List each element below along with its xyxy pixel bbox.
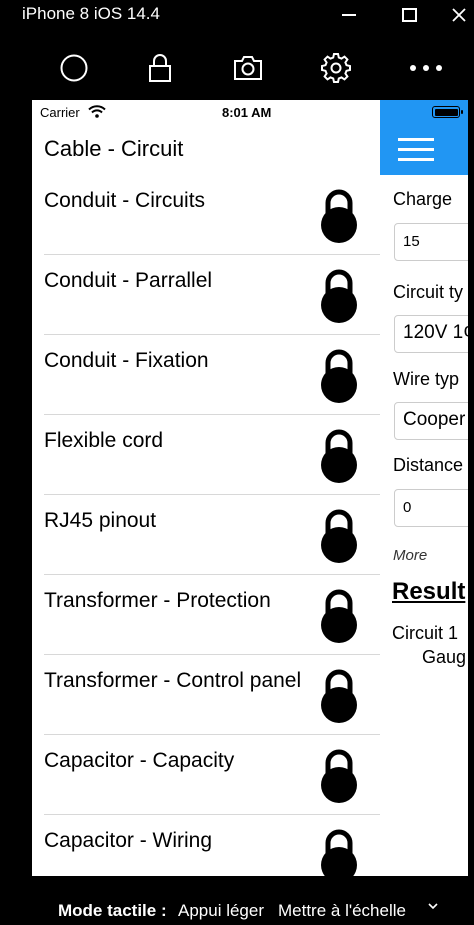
menu-button[interactable] [398, 136, 436, 162]
light-press-option[interactable]: Appui léger [178, 901, 264, 921]
maximize-button[interactable] [386, 0, 432, 30]
battery-icon [432, 106, 463, 118]
touch-mode-label: Mode tactile : [58, 901, 167, 920]
result-line: Gaug [422, 647, 467, 667]
lock-icon [321, 189, 357, 243]
list-item[interactable]: Transformer - Protection [32, 575, 380, 655]
window-titlebar: iPhone 8 iOS 14.4 [0, 0, 474, 34]
list-item[interactable]: Capacitor - Capacity [32, 735, 380, 815]
status-time: 8:01 AM [222, 105, 272, 120]
lock-icon [321, 269, 357, 323]
more-icon [410, 65, 442, 71]
side-panel-header [380, 100, 468, 175]
wire-type-label: Wire typ [393, 369, 460, 389]
touch-mode-bar: Mode tactile : Appui léger Mettre à l'éc… [0, 892, 474, 925]
list-item[interactable]: Conduit - Circuits [32, 175, 380, 255]
distance-input[interactable]: 0 [394, 489, 468, 527]
lock-icon [321, 829, 357, 876]
screenshot-button[interactable] [228, 48, 268, 88]
list-item-label: Conduit - Parrallel [44, 269, 213, 292]
device-screen: Carrier 8:01 AM Cable - Circuit Conduit … [32, 100, 468, 876]
window-title: iPhone 8 iOS 14.4 [22, 4, 160, 23]
settings-button[interactable] [316, 48, 356, 88]
minimize-button[interactable] [326, 0, 372, 30]
menu-icon [398, 138, 434, 141]
list-item-label: Conduit - Fixation [44, 349, 209, 372]
list-item[interactable]: Conduit - Fixation [32, 335, 380, 415]
more-button[interactable] [406, 48, 446, 88]
status-bar: Carrier 8:01 AM [32, 100, 380, 124]
list-item-label: RJ45 pinout [44, 509, 157, 532]
list-item[interactable]: Transformer - Control panel [32, 655, 380, 735]
list-item[interactable]: Capacitor - Wiring [32, 815, 380, 876]
camera-icon [234, 56, 262, 80]
lock-icon [321, 349, 357, 403]
close-icon [452, 8, 466, 22]
menu-list: Conduit - Circuits Conduit - Parrallel C… [32, 175, 380, 876]
lock-icon [321, 669, 357, 723]
list-item-label: Capacitor - Capacity [44, 749, 235, 772]
list-item[interactable]: Conduit - Parrallel [32, 255, 380, 335]
scale-option[interactable]: Mettre à l'échelle [278, 901, 406, 921]
close-button[interactable] [436, 0, 474, 30]
lock-icon [149, 54, 171, 82]
carrier-label: Carrier [40, 105, 80, 120]
circuit-type-label: Circuit ty [393, 282, 464, 302]
list-item-label: Capacitor - Wiring [44, 829, 213, 852]
lock-button[interactable] [140, 48, 180, 88]
list-item-label: Flexible cord [44, 429, 164, 452]
charge-label: Charge [393, 189, 453, 209]
minimize-icon [342, 14, 356, 16]
charge-input[interactable]: 15 [394, 223, 468, 261]
list-item[interactable]: Flexible cord [32, 415, 380, 495]
list-item[interactable]: RJ45 pinout [32, 495, 380, 575]
gear-icon [321, 53, 351, 83]
lock-icon [321, 429, 357, 483]
nav-title: Cable - Circuit [44, 136, 184, 161]
chevron-down-icon[interactable] [427, 900, 439, 912]
lock-icon [321, 589, 357, 643]
lock-icon [321, 509, 357, 563]
wire-type-select[interactable]: Cooper [394, 402, 468, 440]
result-title: Result [392, 578, 466, 605]
circuit-type-select[interactable]: 120V 1¢ [394, 315, 468, 353]
wifi-icon [88, 105, 106, 118]
list-item-label: Conduit - Circuits [44, 189, 206, 212]
simulator-toolbar [0, 40, 474, 94]
lock-icon [321, 749, 357, 803]
list-item-label: Transformer - Control panel [44, 669, 302, 692]
more-link[interactable]: More [393, 547, 427, 564]
home-circle-icon [60, 54, 88, 82]
calculator-panel: Charge 15 Circuit ty 120V 1¢ Wire typ Co… [380, 175, 468, 876]
maximize-icon [401, 8, 417, 22]
list-item-label: Transformer - Protection [44, 589, 271, 612]
distance-label: Distance [393, 455, 464, 475]
home-button[interactable] [54, 48, 94, 88]
result-line: Circuit 1 [392, 623, 459, 643]
